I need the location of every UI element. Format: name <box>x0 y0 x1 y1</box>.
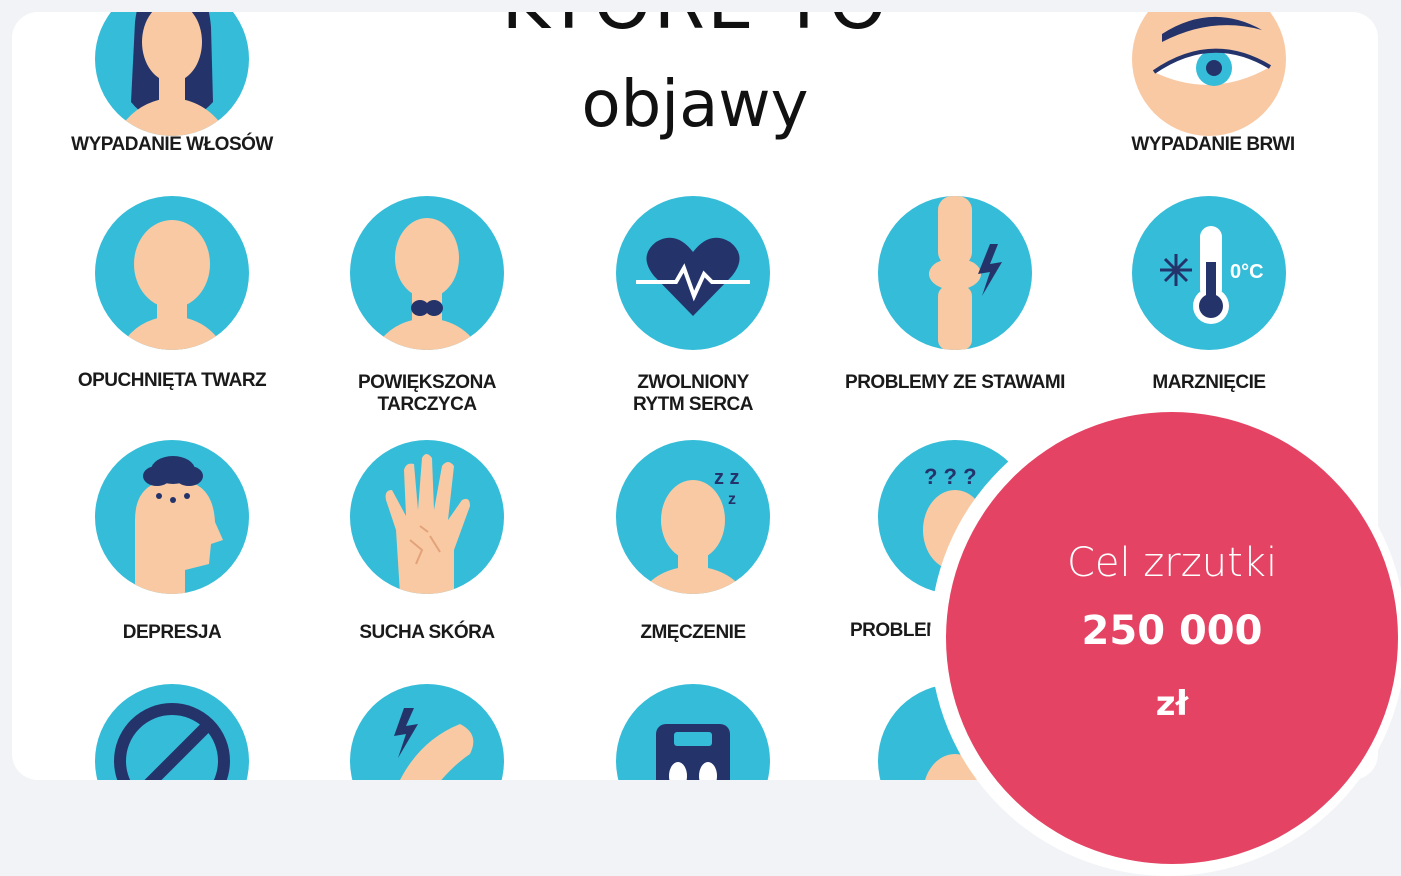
no-weight-icon <box>95 684 249 780</box>
symptom-label: ZWOLNIONY RYTM SERCA <box>633 372 753 415</box>
svg-text:z z: z z <box>714 467 740 489</box>
goal-amount: 250 000 <box>1081 608 1263 654</box>
fatigue-icon: z z z <box>616 440 770 594</box>
swollen-face-icon <box>95 196 249 350</box>
heart-rate-icon <box>616 196 770 350</box>
depression-icon <box>95 440 249 594</box>
thermometer-cold-icon: 0°C <box>1132 196 1286 350</box>
dry-skin-icon <box>350 440 504 594</box>
goal-badge: Cel zrzutki 250 000 zł <box>946 412 1398 864</box>
goal-label: Cel zrzutki <box>1066 540 1278 586</box>
symptom-label: WYPADANIE BRWI <box>1131 134 1295 155</box>
symptom-label: MARZNIĘCIE <box>1152 372 1266 393</box>
svg-text:0°C: 0°C <box>1230 261 1264 283</box>
goal-currency: zł <box>1155 684 1189 724</box>
muscle-pain-icon <box>350 684 504 780</box>
enlarged-thyroid-icon <box>350 196 504 350</box>
symptom-label: PROBLEMY ZE STAWAMI <box>845 372 1065 393</box>
weight-scale-icon <box>616 684 770 780</box>
svg-text:z: z <box>728 491 736 508</box>
symptom-label: DEPRESJA <box>122 622 222 643</box>
symptom-label: ZMĘCZENIE <box>640 622 746 643</box>
symptom-label: POWIĘKSZONA TARCZYCA <box>357 372 497 415</box>
symptom-label: OPUCHNIĘTA TWARZ <box>77 370 267 391</box>
symptom-label: SUCHA SKÓRA <box>359 622 495 643</box>
symptom-label: WYPADANIE WŁOSÓW <box>71 134 273 155</box>
svg-text:? ? ?: ? ? ? <box>924 464 977 489</box>
joint-problems-icon <box>878 196 1032 350</box>
